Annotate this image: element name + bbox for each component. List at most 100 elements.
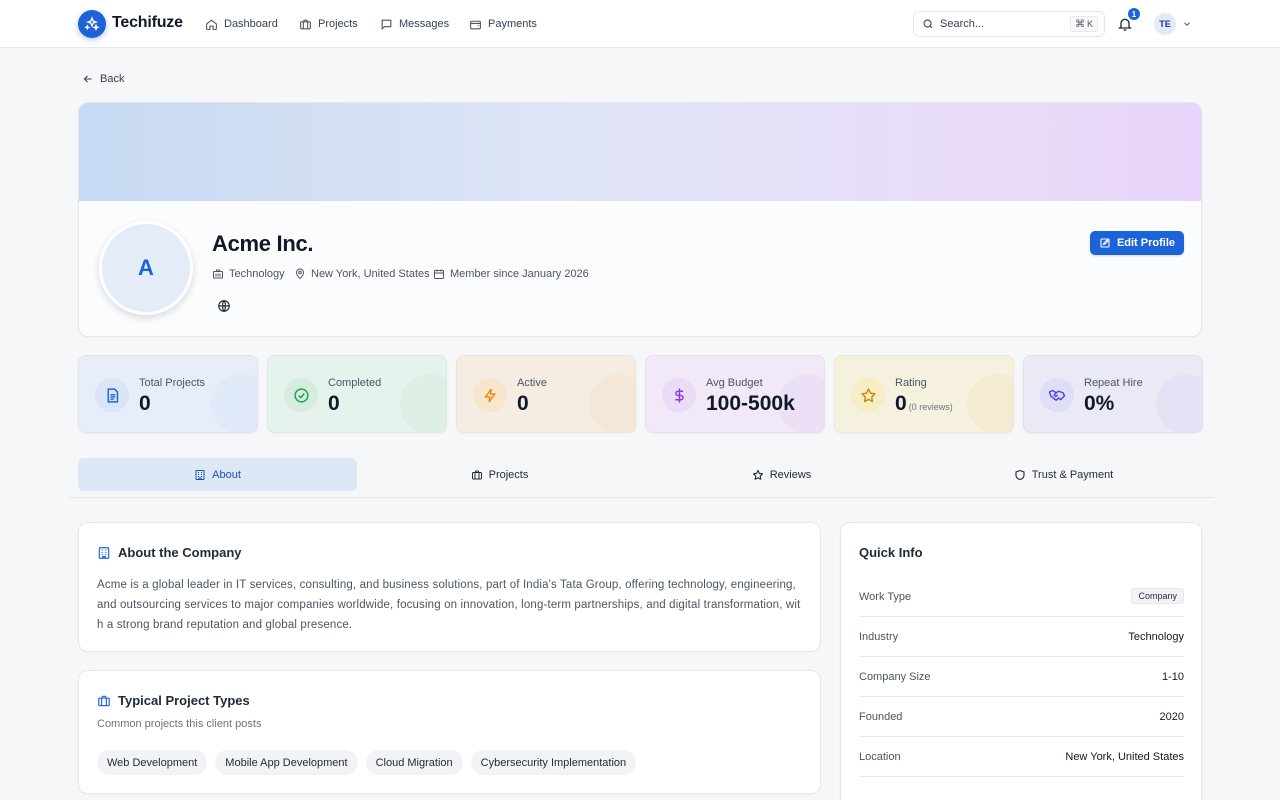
company-industry: Technology [212,268,285,280]
stat-repeat-hire: Repeat Hire 0% [1023,355,1203,433]
quick-info-value: New York, United States [1065,751,1184,763]
profile-card: A Acme Inc. Technology New York, United … [78,102,1202,337]
star-icon [860,387,876,402]
tab-projects-label: Projects [488,468,529,481]
stat-number: 0% [1084,392,1115,415]
quick-info-key: Founded [859,711,903,723]
stat-value: 0% [1084,392,1114,416]
user-avatar[interactable]: TE [1154,13,1176,35]
wallet-icon [470,20,481,29]
stat-number: 0 [328,392,340,415]
quick-info-key: Company Size [859,671,931,683]
notification-badge: 1 [1128,8,1140,20]
search-input[interactable] [940,18,1060,30]
stat-completed: Completed 0 [267,355,447,433]
quick-info-value: 2020 [1159,711,1184,723]
briefcase-icon [98,695,110,706]
stat-number: 0 [139,392,151,415]
company-name: Acme Inc. [212,231,314,256]
project-types-card: Typical Project Types Common projects th… [78,670,821,794]
industry-label: Technology [229,268,285,280]
about-company-card: About the Company Acme is a global leade… [78,522,821,652]
stat-value: 0 (0 reviews) [895,392,953,416]
stat-value: 0 [328,392,340,416]
tab-about[interactable]: About [78,458,357,491]
stat-icon-wrap [473,378,507,412]
nav-payments-label: Payments [488,18,537,30]
work-type-badge: Company [1131,588,1184,604]
stat-rating: Rating 0 (0 reviews) [834,355,1014,433]
quick-info-key: Work Type [859,591,912,603]
search-icon [923,19,933,29]
brand-name[interactable]: Techifuze [112,14,183,32]
about-company-title: About the Company [118,545,242,560]
back-label: Back [100,73,125,85]
project-type-chip[interactable]: Web Development [97,750,208,775]
member-since: Member since January 2026 [433,268,589,280]
stat-label: Rating [895,377,927,389]
quick-info-row-work-type: Work Type Company [859,577,1184,617]
back-button[interactable]: Back [82,73,124,85]
decorative-circle [967,374,1013,432]
quick-info-row-location: Location New York, United States [859,737,1184,777]
check-circle-icon [293,387,309,403]
stat-icon-wrap [95,378,129,412]
edit-profile-button[interactable]: Edit Profile [1089,231,1184,255]
chevron-down-icon[interactable] [1182,19,1192,29]
tab-about-label: About [212,468,241,481]
project-type-chip[interactable]: Cybersecurity Implementation [470,750,637,775]
project-types-heading: Typical Project Types [97,693,250,708]
stat-value: 100-500k [706,392,795,416]
company-location: New York, United States [294,268,430,280]
quick-info-key: Location [859,751,901,763]
nav-messages-label: Messages [399,18,450,30]
quick-info-card: Quick Info Work Type Company Industry Te… [840,522,1202,800]
tab-reviews[interactable]: Reviews [642,458,921,491]
nav-dashboard[interactable]: Dashboard [205,16,278,32]
tab-projects[interactable]: Projects [360,458,639,491]
quick-info-row-founded: Founded 2020 [859,697,1184,737]
quick-info-key: Industry [859,631,899,643]
stat-number: 100-500k [706,392,795,415]
tab-trust-payment[interactable]: Trust & Payment [924,458,1203,491]
logo-icon[interactable] [78,10,106,38]
stat-sub: (0 reviews) [908,402,953,412]
search-shortcut-badge: ⌘ K [1069,16,1098,32]
edit-profile-label: Edit Profile [1116,237,1175,249]
stat-total-projects: Total Projects 0 [78,355,258,433]
decorative-circle [400,374,446,432]
handshake-icon [1048,389,1066,401]
shield-icon [1015,469,1025,480]
member-since-label: Member since January 2026 [450,268,589,280]
dollar-icon [674,387,684,403]
stat-icon-wrap [1040,378,1074,412]
tabs-divider [68,497,1214,498]
stat-label: Avg Budget [706,377,763,389]
stat-label: Active [517,377,547,389]
stat-value: 0 [139,392,151,416]
stat-label: Total Projects [139,377,206,389]
nav-projects[interactable]: Projects [299,16,358,32]
nav-messages[interactable]: Messages [380,16,449,32]
tab-reviews-label: Reviews [769,468,812,481]
nav-payments[interactable]: Payments [469,16,537,32]
stat-number: 0 [517,392,529,415]
stat-label: Repeat Hire [1084,377,1143,389]
globe-icon[interactable] [217,299,231,313]
stat-icon-wrap [284,378,318,412]
map-pin-icon [295,268,305,280]
arrow-left-icon [83,75,92,83]
quick-info-row-company-size: Company Size 1-10 [859,657,1184,697]
project-types-title: Typical Project Types [118,693,250,708]
lightning-icon [483,388,496,402]
stat-icon-wrap [662,378,696,412]
project-types-subtitle: Common projects this client posts [97,718,262,730]
stat-label: Completed [328,377,382,389]
calendar-icon [434,269,444,279]
project-type-chip[interactable]: Cloud Migration [365,750,463,775]
project-type-chips: Web Development Mobile App Development C… [97,750,637,775]
building-icon [213,269,223,279]
project-type-chip[interactable]: Mobile App Development [215,750,358,775]
search-box[interactable]: ⌘ K [913,11,1105,37]
briefcase-icon [300,19,311,29]
